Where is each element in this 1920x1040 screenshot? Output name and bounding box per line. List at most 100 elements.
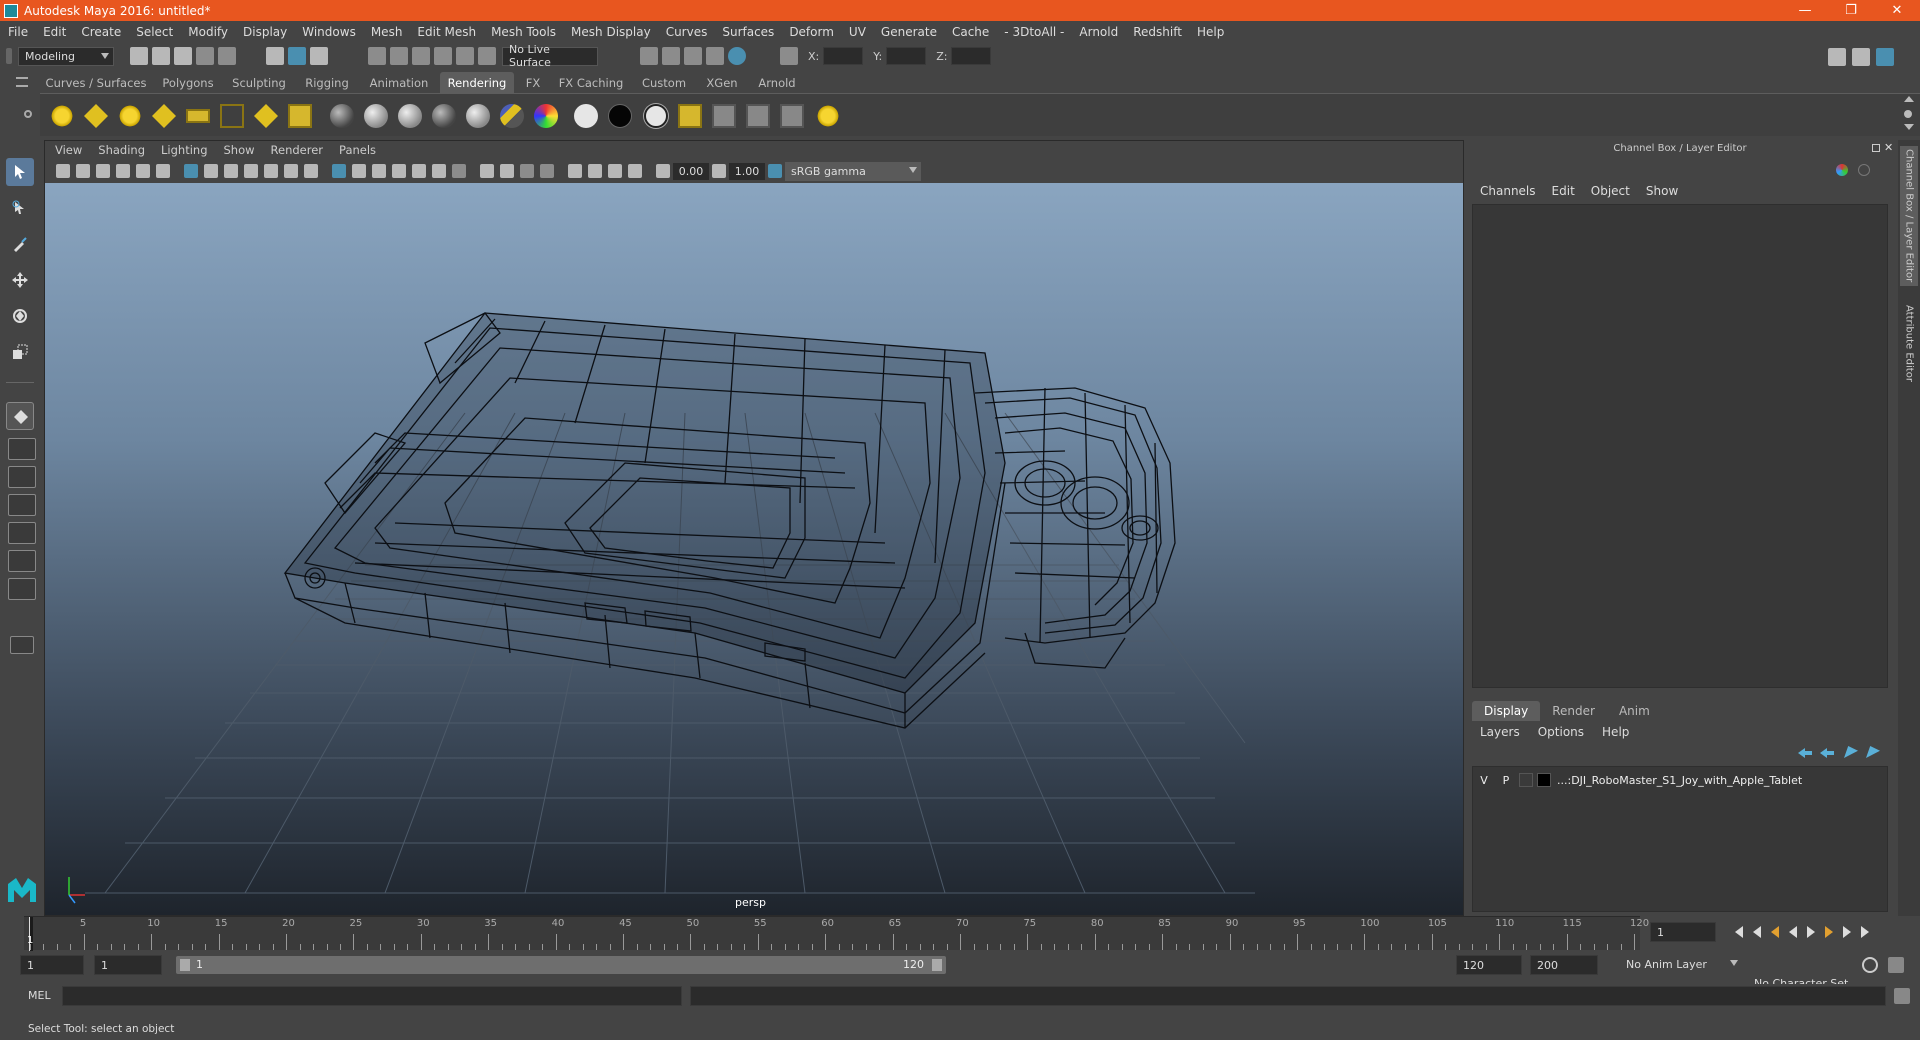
view-transform-dropdown[interactable]: sRGB gamma <box>785 161 921 181</box>
layer-color-swatch[interactable] <box>1537 773 1551 787</box>
shelf-menu-icon[interactable] <box>16 77 28 87</box>
channel-box-options-icon[interactable] <box>1858 164 1870 176</box>
cb-menu-channels[interactable]: Channels <box>1480 184 1536 198</box>
tab-fx-caching[interactable]: FX Caching <box>556 72 626 93</box>
volume-light-icon[interactable] <box>220 104 244 128</box>
anisotropic-shader-icon[interactable] <box>466 104 490 128</box>
le-menu-help[interactable]: Help <box>1602 725 1629 739</box>
smooth-shade-icon[interactable] <box>352 164 366 178</box>
layer-visibility-toggle[interactable]: V <box>1473 774 1495 787</box>
layered-shader-icon[interactable] <box>500 104 524 128</box>
two-d-pan-zoom-icon[interactable] <box>136 164 150 178</box>
render-sequence-icon[interactable] <box>678 104 702 128</box>
snap-grid-icon[interactable] <box>368 47 386 65</box>
directional-light-icon[interactable] <box>84 104 108 128</box>
menu-mesh[interactable]: Mesh <box>371 25 403 39</box>
ipr-render-icon[interactable] <box>684 47 702 65</box>
new-layer-selected-icon[interactable] <box>1866 746 1880 758</box>
isolate-select-icon[interactable] <box>568 164 582 178</box>
menu-mesh-display[interactable]: Mesh Display <box>571 25 651 39</box>
select-hierarchy-icon[interactable] <box>266 47 284 65</box>
gate-mask-icon[interactable] <box>244 164 258 178</box>
wireframe-on-shaded-icon[interactable] <box>392 164 406 178</box>
range-end-handle[interactable] <box>932 959 942 971</box>
wireframe-icon[interactable] <box>332 164 346 178</box>
le-menu-options[interactable]: Options <box>1538 725 1584 739</box>
default-material-icon[interactable] <box>372 164 386 178</box>
shelf-options-icon[interactable] <box>1904 110 1912 118</box>
render-layer-icon[interactable] <box>746 104 770 128</box>
vp-menu-show[interactable]: Show <box>224 143 255 157</box>
render-batch-icon[interactable] <box>712 104 736 128</box>
menu-select[interactable]: Select <box>136 25 173 39</box>
camera-attributes-icon[interactable] <box>76 164 90 178</box>
transform-mode-icon[interactable] <box>780 47 798 65</box>
move-tool[interactable] <box>6 266 34 294</box>
menu-uv[interactable]: UV <box>849 25 866 39</box>
color-management-icon[interactable] <box>768 164 782 178</box>
light-linking-icon[interactable] <box>288 104 312 128</box>
go-to-end-icon[interactable] <box>1861 926 1869 938</box>
le-menu-layers[interactable]: Layers <box>1480 725 1520 739</box>
command-language-label[interactable]: MEL <box>28 989 51 1002</box>
safe-title-icon[interactable] <box>304 164 318 178</box>
command-input[interactable] <box>62 986 682 1006</box>
custom-layout-button[interactable] <box>10 636 34 654</box>
exposure-icon[interactable] <box>656 164 670 178</box>
menu-modify[interactable]: Modify <box>188 25 228 39</box>
x-field[interactable] <box>823 47 864 65</box>
lambert-shader-icon[interactable] <box>330 104 354 128</box>
lasso-tool[interactable] <box>6 194 34 222</box>
step-forward-key-icon[interactable] <box>1825 926 1833 938</box>
open-scene-icon[interactable] <box>152 47 170 65</box>
vp-menu-renderer[interactable]: Renderer <box>271 143 324 157</box>
render-current-icon[interactable] <box>662 47 680 65</box>
anim-layer-dropdown[interactable]: No Anim Layer <box>1620 955 1742 974</box>
select-component-icon[interactable] <box>310 47 328 65</box>
snap-live-icon[interactable] <box>456 47 474 65</box>
menu-generate[interactable]: Generate <box>881 25 937 39</box>
menu-display[interactable]: Display <box>243 25 287 39</box>
use-all-lights-icon[interactable] <box>432 164 446 178</box>
surface-shader-icon[interactable] <box>574 104 598 128</box>
new-empty-layer-icon[interactable] <box>1844 746 1858 758</box>
use-background-shader-icon[interactable] <box>608 104 632 128</box>
menu-edit[interactable]: Edit <box>43 25 66 39</box>
ambient-light-icon[interactable] <box>50 104 74 128</box>
undo-icon[interactable] <box>196 47 214 65</box>
menu-file[interactable]: File <box>8 25 28 39</box>
bookmark-icon[interactable] <box>96 164 110 178</box>
step-forward-icon[interactable] <box>1843 926 1851 938</box>
menu-cache[interactable]: Cache <box>952 25 989 39</box>
menu-3dtoall[interactable]: - 3DtoAll - <box>1004 25 1064 39</box>
render-settings-icon[interactable] <box>706 47 724 65</box>
move-layer-down-icon[interactable] <box>1820 748 1834 758</box>
shelf-scroll-up-icon[interactable] <box>1904 96 1914 102</box>
side-tab-channel-box[interactable]: Channel Box / Layer Editor <box>1900 146 1918 286</box>
phong-shader-icon[interactable] <box>398 104 422 128</box>
z-field[interactable] <box>951 47 992 65</box>
close-panel-icon[interactable]: ✕ <box>1884 141 1893 154</box>
select-object-icon[interactable] <box>288 47 306 65</box>
tab-fx[interactable]: FX <box>520 72 546 93</box>
single-perspective-layout-button[interactable] <box>6 402 34 430</box>
y-field[interactable] <box>886 47 927 65</box>
vp-menu-shading[interactable]: Shading <box>98 143 145 157</box>
animation-end-field[interactable]: 200 <box>1530 955 1598 975</box>
tab-polygons[interactable]: Polygons <box>156 72 220 93</box>
vp-menu-lighting[interactable]: Lighting <box>161 143 207 157</box>
gamma-field[interactable]: 1.00 <box>729 162 765 180</box>
image-plane-icon[interactable] <box>116 164 130 178</box>
snap-magnet-icon[interactable] <box>478 47 496 65</box>
cb-menu-edit[interactable]: Edit <box>1552 184 1575 198</box>
xray-joints-icon[interactable] <box>608 164 622 178</box>
menu-deform[interactable]: Deform <box>789 25 834 39</box>
menu-surfaces[interactable]: Surfaces <box>722 25 774 39</box>
textured-icon[interactable] <box>412 164 426 178</box>
close-icon[interactable]: ✕ <box>1874 0 1920 21</box>
rotate-tool[interactable] <box>6 302 34 330</box>
tab-display[interactable]: Display <box>1472 701 1541 721</box>
tab-custom[interactable]: Custom <box>636 72 692 93</box>
save-scene-icon[interactable] <box>174 47 192 65</box>
redo-icon[interactable] <box>218 47 236 65</box>
